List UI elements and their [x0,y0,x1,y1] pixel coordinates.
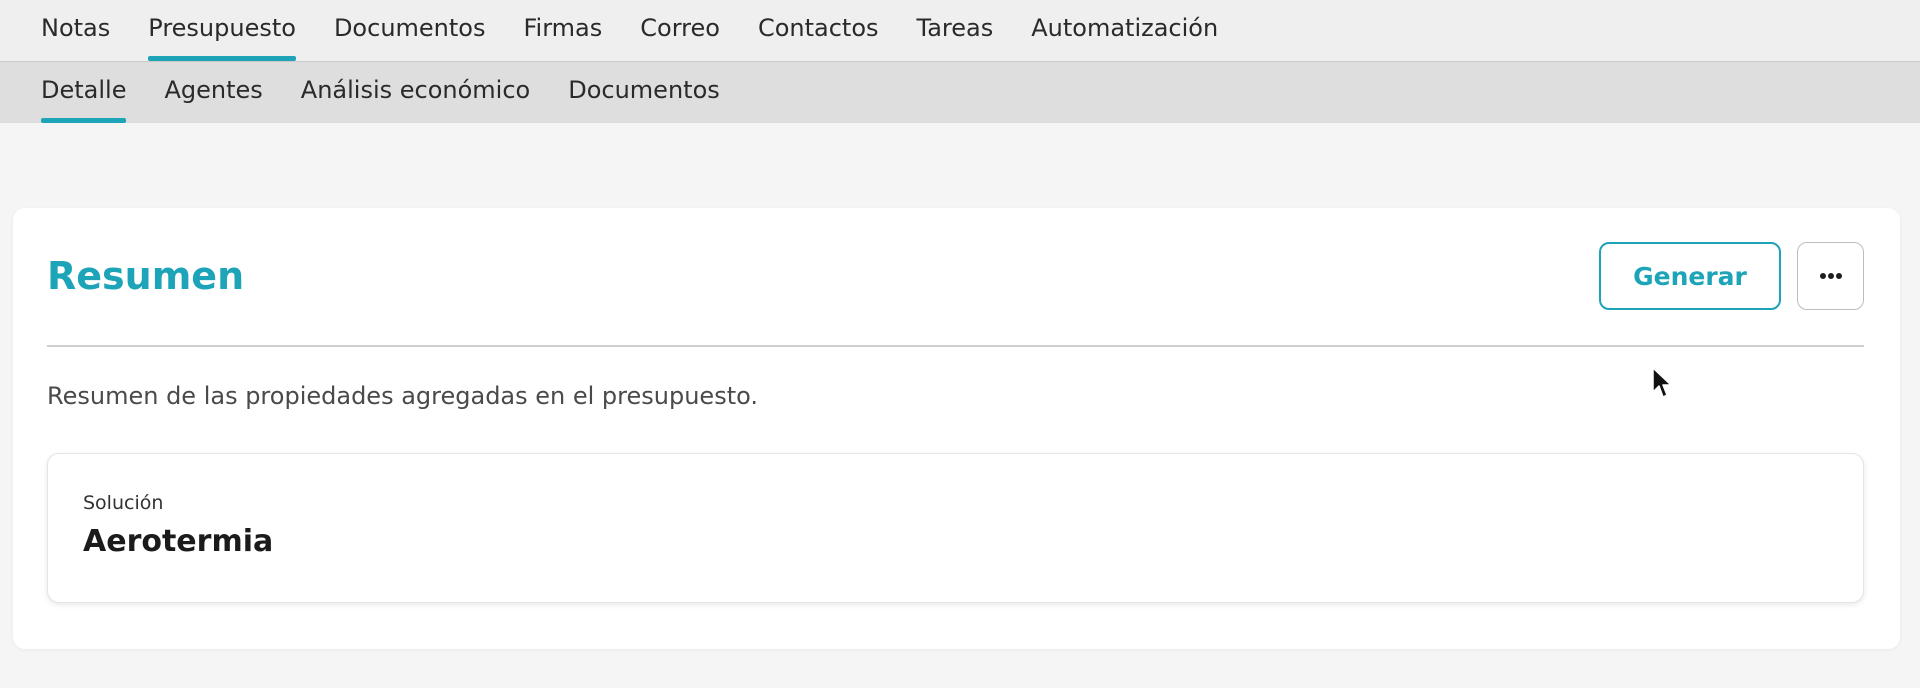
summary-title: Resumen [47,254,245,298]
subtab-documentos[interactable]: Documentos [568,62,720,123]
tab-label: Documentos [333,13,486,42]
generate-button[interactable]: Generar [1599,242,1781,310]
field-value: Aerotermia [83,524,274,559]
solution-field-card: Solución Aerotermia [47,453,1864,603]
secondary-tab-bar: Detalle Agentes Análisis económico Docum… [0,62,1920,123]
tab-label: Correo [640,13,720,42]
tab-label: Documentos [568,75,720,104]
tab-tareas[interactable]: Tareas [917,0,994,61]
field-label: Solución [83,492,164,514]
tab-documentos[interactable]: Documentos [334,0,486,61]
tab-automatizacion[interactable]: Automatización [1031,0,1218,61]
subtab-detalle[interactable]: Detalle [41,62,127,123]
tab-label: Agentes [164,75,263,104]
ellipsis-icon [1819,273,1842,279]
tab-presupuesto[interactable]: Presupuesto [148,0,296,61]
primary-tab-bar: Notas Presupuesto Documentos Firmas Corr… [0,0,1920,62]
tab-label: Notas [41,13,111,42]
tab-label: Análisis económico [300,75,531,104]
divider [47,345,1864,347]
tab-label: Presupuesto [148,13,296,42]
tab-contactos[interactable]: Contactos [758,0,879,61]
tab-notas[interactable]: Notas [41,0,110,61]
tab-label: Firmas [523,13,603,42]
tab-label: Automatización [1031,13,1219,42]
tab-label: Tareas [916,13,994,42]
tab-label: Contactos [757,13,879,42]
tab-correo[interactable]: Correo [640,0,720,61]
tab-firmas[interactable]: Firmas [523,0,602,61]
more-options-button[interactable] [1797,242,1864,310]
subtab-agentes[interactable]: Agentes [164,62,262,123]
subtab-analisis-economico[interactable]: Análisis económico [301,62,530,123]
summary-card: Resumen Generar Resumen de las propiedad… [13,208,1900,649]
summary-description: Resumen de las propiedades agregadas en … [47,382,758,410]
tab-label: Detalle [41,75,127,104]
